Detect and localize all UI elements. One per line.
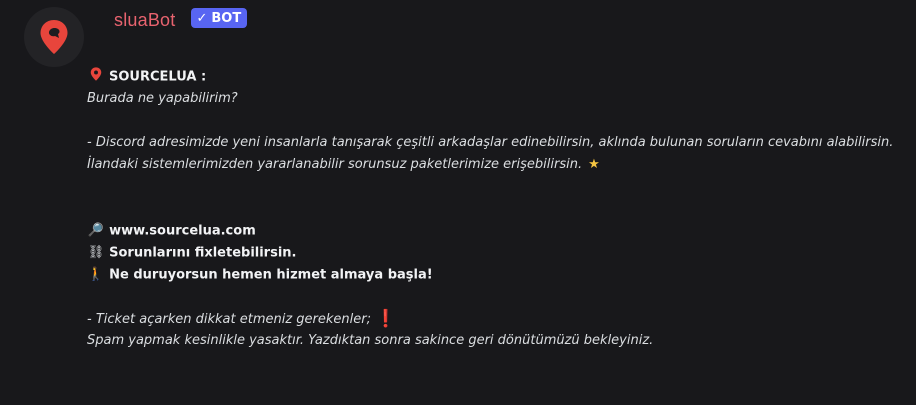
- link-line-fix: ⛓ Sorunlarını fixletebilirsin.: [87, 242, 887, 264]
- message-content: SOURCELUA : Burada ne yapabilirim? - Dis…: [87, 66, 893, 352]
- paragraph-text-1: - Discord adresimizde yeni insanlarla ta…: [87, 135, 894, 150]
- map-pin-icon: [40, 20, 68, 54]
- fix-text: Sorunlarını fixletebilirsin.: [109, 245, 297, 261]
- chat-message: sluaBot ✓ BOT SOURCELUA : Burada ne yapa…: [0, 0, 916, 405]
- chains-icon: ⛓: [87, 245, 105, 260]
- question-line: Burada ne yapabilirim?: [87, 88, 887, 110]
- map-pin-icon: [87, 66, 109, 88]
- paragraph-line-2: İlandaki sistemlerimizden yararlanabilir…: [87, 154, 887, 176]
- heading-text: SOURCELUA :: [109, 69, 207, 85]
- check-icon: ✓: [196, 10, 208, 26]
- website-text: www.sourcelua.com: [109, 223, 256, 239]
- bot-badge-label: BOT: [211, 10, 242, 26]
- warning-text: - Ticket açarken dikkat etmeniz gerekenl…: [87, 312, 371, 327]
- heading-line: SOURCELUA :: [87, 66, 887, 88]
- paragraph-line-1: - Discord adresimizde yeni insanlarla ta…: [87, 132, 893, 154]
- cta-text: Ne duruyorsun hemen hizmet almaya başla!: [109, 267, 433, 283]
- final-line: Spam yapmak kesinlikle yasaktır. Yazdıkt…: [87, 330, 887, 352]
- link-line-cta: 🚶 Ne duruyorsun hemen hizmet almaya başl…: [87, 264, 887, 286]
- question-text: Burada ne yapabilirim?: [87, 91, 238, 106]
- username[interactable]: sluaBot: [114, 10, 175, 31]
- exclamation-icon: ❗: [374, 309, 397, 329]
- magnifier-icon: 🔎: [87, 223, 105, 238]
- paragraph-text-2: İlandaki sistemlerimizden yararlanabilir…: [87, 157, 583, 172]
- avatar[interactable]: [24, 7, 84, 67]
- person-walking-icon: 🚶: [87, 267, 105, 282]
- message-header: sluaBot ✓ BOT: [114, 8, 248, 32]
- link-line-website: 🔎 www.sourcelua.com: [87, 220, 887, 242]
- warning-line: - Ticket açarken dikkat etmeniz gerekenl…: [87, 308, 887, 330]
- final-text: Spam yapmak kesinlikle yasaktır. Yazdıkt…: [87, 333, 654, 348]
- bot-badge: ✓ BOT: [191, 8, 248, 28]
- star-icon: ★: [588, 157, 600, 172]
